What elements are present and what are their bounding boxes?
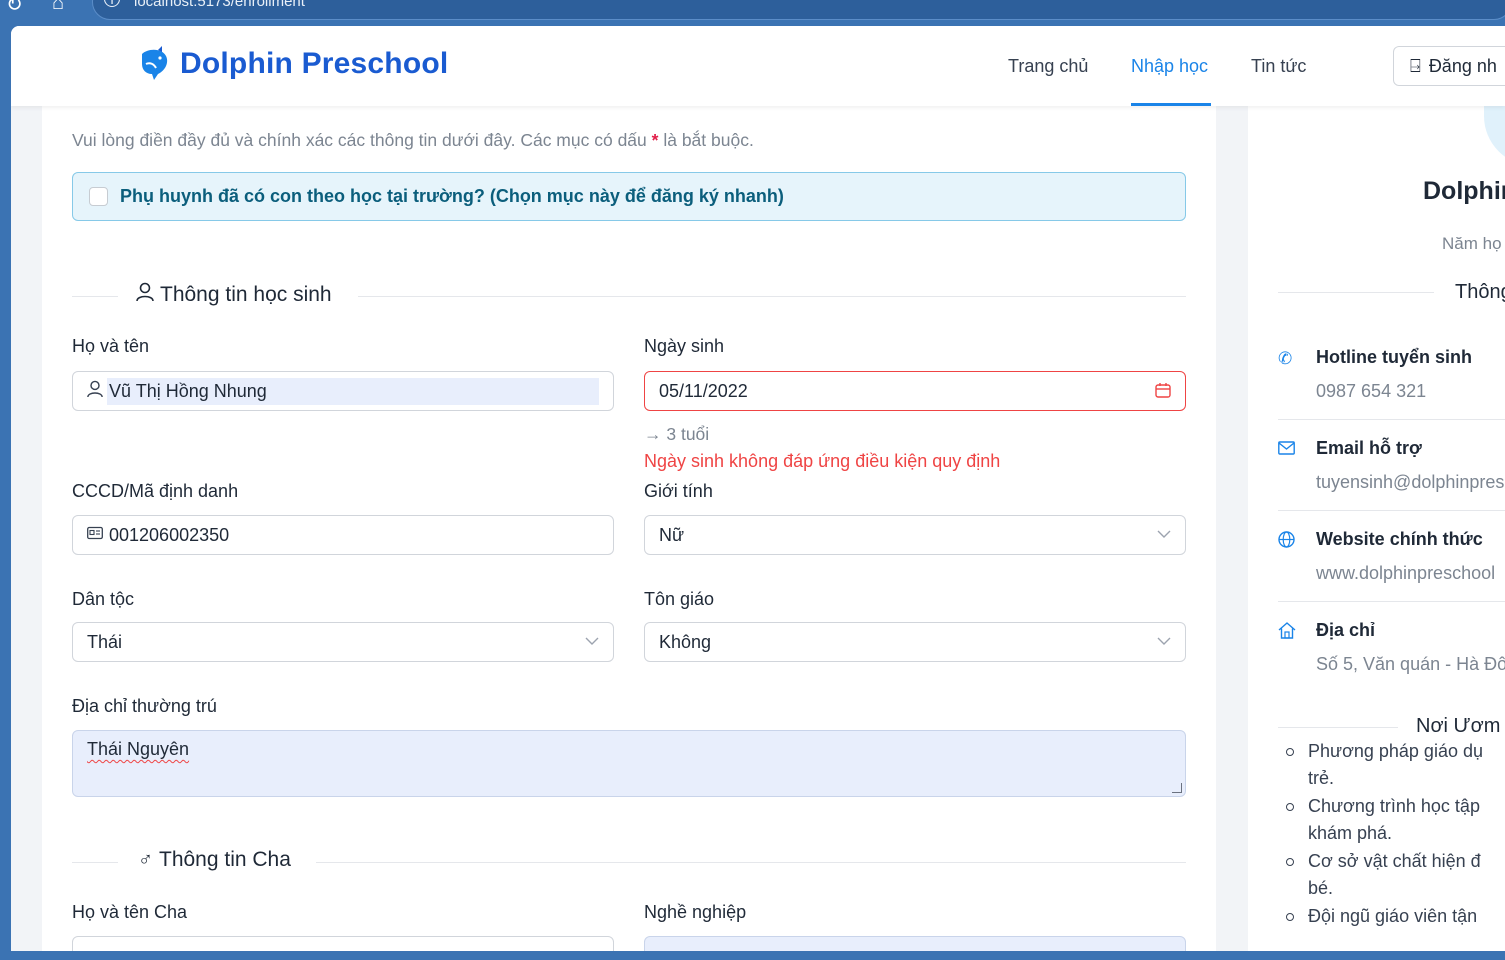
- login-button[interactable]: ⍈ Đăng nh: [1393, 46, 1505, 86]
- gender-label: Giới tính: [644, 481, 713, 501]
- male-icon: ♂: [138, 848, 153, 871]
- quick-register-option[interactable]: Phụ huynh đã có con theo học tại trường?…: [72, 172, 1186, 221]
- browser-toolbar: ↻ ⌂ i localhost:5173/enrollment: [0, 0, 1505, 26]
- dob-error-message: Ngày sinh không đáp ứng điều kiện quy đị…: [644, 451, 1001, 471]
- contact-divider: [1278, 419, 1505, 420]
- features-section-title: Nơi Ươm: [1416, 715, 1501, 737]
- home-icon[interactable]: ⌂: [52, 0, 64, 15]
- section-divider: [1278, 292, 1434, 293]
- student-section-header: Thông tin học sinh: [72, 282, 1186, 306]
- full-name-value: Vũ Thị Hồng Nhung: [109, 380, 267, 401]
- father-job-input[interactable]: [644, 936, 1186, 951]
- father-section-title: ♂ Thông tin Cha: [138, 848, 291, 872]
- globe-icon: [1278, 531, 1295, 553]
- quick-register-checkbox[interactable]: [89, 187, 108, 206]
- father-name-input[interactable]: [72, 936, 614, 951]
- full-name-label: Họ và tên: [72, 336, 150, 356]
- dob-input[interactable]: 05/11/2022: [644, 371, 1186, 411]
- site-header: Dolphin Preschool Trang chủ Nhập học Tin…: [11, 26, 1505, 106]
- religion-label: Tôn giáo: [644, 589, 715, 609]
- list-item: Cơ sở vật chất hiện đ bé.: [1286, 848, 1505, 902]
- brand-name: Dolphin Preschool: [180, 47, 449, 80]
- required-mark: *: [651, 130, 659, 150]
- page-viewport: Dolphin Preschool Trang chủ Nhập học Tin…: [11, 26, 1505, 951]
- user-icon: [136, 282, 154, 308]
- section-divider: [358, 296, 1186, 297]
- instructions-suffix: là bắt buộc.: [663, 130, 754, 150]
- list-item: Phương pháp giáo dụ trẻ.: [1286, 738, 1505, 792]
- phone-icon: ✆: [1278, 349, 1293, 368]
- school-name: Dolphin: [1423, 177, 1505, 205]
- quick-register-label[interactable]: Phụ huynh đã có con theo học tại trường?…: [120, 186, 784, 207]
- id-number-label: CCCD/Mã định danh: [72, 481, 239, 501]
- address-textarea[interactable]: Thái Nguyên: [72, 730, 1186, 797]
- id-card-icon: [87, 526, 103, 545]
- id-number-input[interactable]: 001206002350: [72, 515, 614, 555]
- list-item: Đội ngũ giáo viên tận: [1286, 903, 1505, 930]
- section-divider: [316, 862, 1186, 863]
- reload-icon[interactable]: ↻: [6, 0, 23, 17]
- list-item: Chương trình học tập khám phá.: [1286, 793, 1505, 847]
- father-section-header: ♂ Thông tin Cha: [72, 848, 1186, 871]
- ethnicity-select[interactable]: Thái: [72, 622, 614, 662]
- address-label: Địa chỉ thường trú: [72, 696, 217, 716]
- section-divider: [72, 296, 118, 297]
- contact-value: Số 5, Văn quán - Hà Đô: [1316, 654, 1505, 674]
- gender-select[interactable]: Nữ: [644, 515, 1186, 555]
- form-instructions: Vui lòng điền đầy đủ và chính xác các th…: [72, 130, 754, 151]
- login-label: Đăng nh: [1428, 55, 1497, 76]
- dob-value: 05/11/2022: [659, 380, 748, 401]
- religion-select[interactable]: Không: [644, 622, 1186, 662]
- dolphin-icon: [142, 46, 168, 80]
- father-job-label: Nghề nghiệp: [644, 902, 747, 922]
- contact-value[interactable]: tuyensinh@dolphinpres: [1316, 472, 1504, 493]
- window-border: [0, 951, 1505, 960]
- features-list: Phương pháp giáo dụ trẻ. Chương trình họ…: [1286, 738, 1505, 931]
- school-info-panel: Dolphin Năm họ Thông ✆ Hotline tuyển sin…: [1248, 76, 1505, 951]
- father-section-label: Thông tin Cha: [159, 848, 291, 871]
- section-divider: [1278, 727, 1398, 728]
- contact-value[interactable]: www.dolphinpreschool: [1316, 563, 1495, 584]
- contact-title: Website chính thức: [1316, 529, 1483, 549]
- user-icon: [87, 380, 103, 403]
- address-bar-url[interactable]: localhost:5173/enrollment: [134, 0, 305, 10]
- mail-icon: [1278, 440, 1295, 460]
- student-section-label: Thông tin học sinh: [160, 283, 332, 306]
- contact-title: Hotline tuyển sinh: [1316, 347, 1473, 367]
- contact-divider: [1278, 601, 1505, 602]
- student-section-title: Thông tin học sinh: [136, 282, 332, 308]
- home-icon: [1278, 622, 1296, 644]
- nav-active-indicator: [1131, 103, 1211, 106]
- calendar-icon[interactable]: [1155, 382, 1171, 403]
- brand-logo[interactable]: Dolphin Preschool: [136, 46, 448, 82]
- contact-value[interactable]: 0987 654 321: [1316, 381, 1426, 402]
- instructions-text: Vui lòng điền đầy đủ và chính xác các th…: [72, 130, 647, 150]
- contact-section-title: Thông: [1455, 281, 1505, 303]
- id-number-value: 001206002350: [109, 524, 230, 545]
- chevron-down-icon: [1157, 526, 1171, 544]
- section-divider: [72, 862, 118, 863]
- nav-home[interactable]: Trang chủ: [1008, 56, 1088, 77]
- full-name-input[interactable]: Vũ Thị Hồng Nhung: [72, 371, 614, 411]
- religion-value: Không: [659, 631, 712, 652]
- contact-title: Email hỗ trợ: [1316, 438, 1422, 458]
- school-year: Năm họ: [1442, 234, 1502, 253]
- nav-enrollment[interactable]: Nhập học: [1131, 56, 1208, 77]
- nav-news[interactable]: Tin tức: [1251, 56, 1306, 77]
- chevron-down-icon: [1157, 633, 1171, 651]
- ethnicity-value: Thái: [87, 631, 123, 652]
- chevron-down-icon: [585, 633, 599, 651]
- dob-label: Ngày sinh: [644, 336, 725, 356]
- enrollment-form: Vui lòng điền đầy đủ và chính xác các th…: [42, 76, 1216, 951]
- resize-handle[interactable]: [1172, 783, 1182, 793]
- contact-title: Địa chỉ: [1316, 620, 1376, 640]
- ethnicity-label: Dân tộc: [72, 589, 135, 609]
- contact-divider: [1278, 510, 1505, 511]
- address-value: Thái Nguyên: [87, 739, 190, 759]
- gender-value: Nữ: [659, 524, 685, 545]
- age-hint: → 3 tuổi: [644, 424, 710, 444]
- login-icon: ⍈: [1410, 55, 1421, 76]
- father-name-label: Họ và tên Cha: [72, 902, 188, 922]
